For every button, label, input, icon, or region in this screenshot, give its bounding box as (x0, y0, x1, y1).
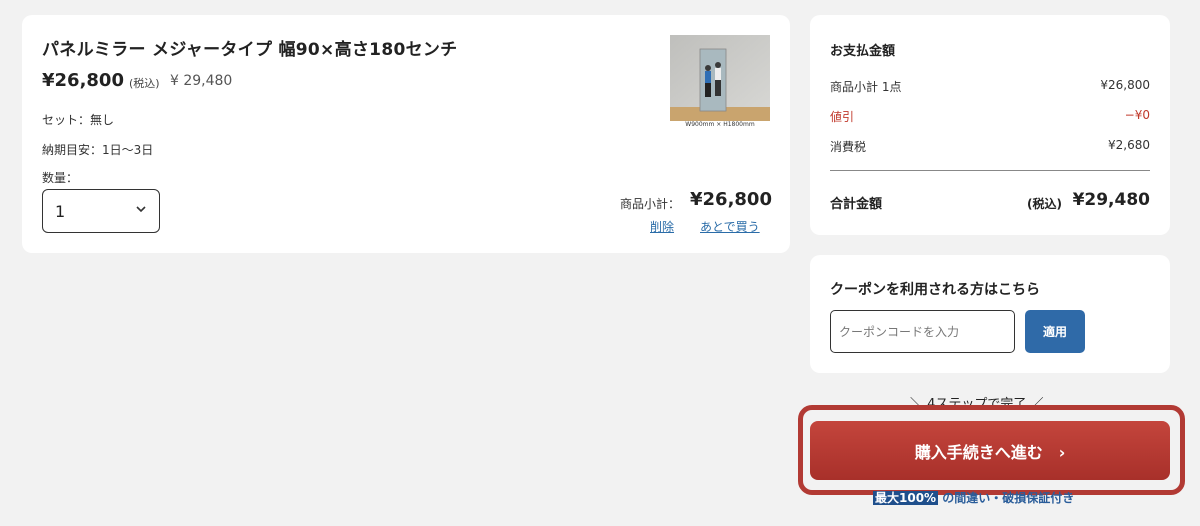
product-delivery-estimate: 納期目安：1日〜3日 (42, 143, 154, 157)
summary-row-value: −¥0 (1124, 108, 1150, 122)
summary-row-tax: 消費税 ¥2,680 (830, 138, 1150, 155)
payment-summary-card: お支払金額 商品小計 1点 ¥26,800 値引 −¥0 消費税 ¥2,680 … (810, 15, 1170, 235)
guarantee-text: の間違い・破損保証付き (942, 491, 1075, 505)
coupon-card: クーポンを利用される方はこちら 適用 (810, 255, 1170, 373)
product-set-option: セット：無し (42, 113, 115, 127)
quantity-label: 数量： (42, 171, 79, 185)
coupon-apply-button[interactable]: 適用 (1025, 310, 1085, 353)
quantity-select[interactable]: 1 (42, 189, 160, 233)
total-tax-label: (税込) (1027, 197, 1062, 211)
summary-divider (830, 170, 1150, 171)
summary-title: お支払金額 (830, 44, 896, 59)
total-label: 合計金額 (830, 197, 883, 212)
product-tax-label: (税込) (129, 77, 160, 90)
checkout-button-label: 購入手続きへ進む (914, 442, 1043, 462)
chevron-right-icon: › (1058, 442, 1066, 462)
total-value: ¥29,480 (1072, 190, 1150, 210)
product-image-caption: W900mm × H1800mm (685, 121, 755, 128)
product-card: パネルミラー メジャータイプ 幅90×高さ180センチ ¥26,800 (税込)… (22, 15, 790, 253)
product-price: ¥26,800 (42, 70, 124, 91)
guarantee-note: 最大100% の間違い・破損保証付き (873, 489, 1074, 506)
proceed-to-checkout-button[interactable]: 購入手続きへ進む › (810, 421, 1170, 480)
chevron-down-icon (136, 206, 146, 213)
product-tax-price: ¥ 29,480 (170, 73, 233, 89)
coupon-code-input[interactable] (830, 310, 1015, 353)
guarantee-highlight: 最大100% (873, 491, 939, 505)
buy-later-link[interactable]: あとで買う (700, 218, 760, 235)
summary-row-subtotal: 商品小計 1点 ¥26,800 (830, 78, 1150, 95)
coupon-title: クーポンを利用される方はこちら (830, 282, 1040, 298)
summary-row-label: 値引 (830, 110, 855, 124)
summary-row-value: ¥2,680 (1108, 138, 1150, 152)
product-title: パネルミラー メジャータイプ 幅90×高さ180センチ (42, 40, 458, 60)
product-subtotal-label: 商品小計： (620, 197, 681, 211)
summary-row-label: 商品小計 1点 (830, 80, 902, 94)
summary-row-value: ¥26,800 (1100, 78, 1150, 92)
summary-row-label: 消費税 (830, 140, 867, 154)
product-subtotal-value: ¥26,800 (690, 189, 772, 210)
summary-row-discount: 値引 −¥0 (830, 108, 1150, 125)
delete-link[interactable]: 削除 (650, 218, 674, 235)
product-image[interactable] (670, 35, 770, 135)
quantity-value: 1 (55, 202, 66, 221)
